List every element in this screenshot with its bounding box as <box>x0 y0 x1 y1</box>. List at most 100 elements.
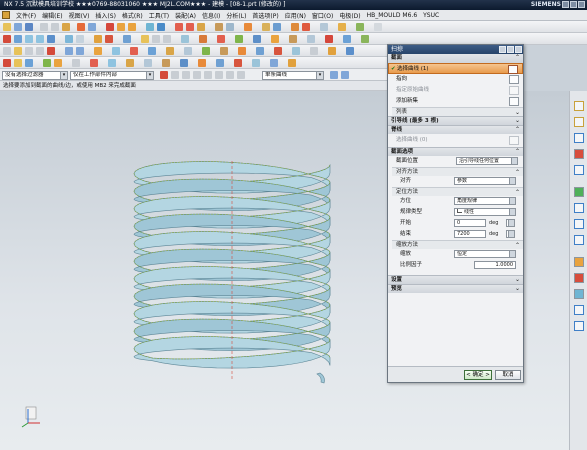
menu-info[interactable]: 信息(I) <box>199 11 223 20</box>
project-curve-icon[interactable] <box>217 35 225 43</box>
move-icon[interactable] <box>184 47 192 55</box>
undo-icon[interactable] <box>77 23 85 31</box>
intersection-point-icon[interactable] <box>204 71 212 79</box>
menu-preferences[interactable]: 首选项(P) <box>249 11 281 20</box>
revolve-icon[interactable] <box>128 23 136 31</box>
menu-file[interactable]: 文件(F) <box>13 11 39 20</box>
text-icon[interactable] <box>166 47 174 55</box>
history-icon[interactable] <box>346 47 354 55</box>
existing-point-icon[interactable] <box>237 71 245 79</box>
menu-format[interactable]: 格式(R) <box>119 11 146 20</box>
roles-icon[interactable] <box>574 273 584 283</box>
menu-ysuc[interactable]: YSUC <box>420 12 442 19</box>
manufacturing-wizards-icon[interactable] <box>574 257 584 267</box>
trim-curve-icon[interactable] <box>76 47 84 55</box>
standard-part-icon[interactable] <box>180 59 188 67</box>
palette-icon[interactable] <box>574 305 584 315</box>
hd3d-tools-icon[interactable] <box>574 165 584 175</box>
menu-assembly[interactable]: 装配(A) <box>172 11 199 20</box>
snap-point-icon[interactable] <box>160 71 168 79</box>
clone-icon[interactable] <box>270 59 278 67</box>
offset-icon[interactable] <box>302 23 310 31</box>
surface-icon[interactable] <box>291 23 299 31</box>
ejector-icon[interactable] <box>72 59 80 67</box>
line-icon[interactable] <box>152 35 160 43</box>
pattern-icon[interactable] <box>307 35 315 43</box>
through-curves-icon[interactable] <box>253 35 261 43</box>
color-icon[interactable] <box>343 35 351 43</box>
reuse-library-icon[interactable] <box>574 149 584 159</box>
follow-fillet-icon[interactable] <box>341 71 349 79</box>
end-unit-dropdown[interactable] <box>506 230 515 238</box>
assembly-navigator-icon[interactable] <box>574 101 584 111</box>
quadrant-icon[interactable] <box>226 71 234 79</box>
select-curve-row[interactable]: ✔ 选择曲线 (1) <box>388 63 523 74</box>
orientation-subsection[interactable]: 定位方法 ⌃ <box>392 187 523 196</box>
system-scenes-icon[interactable] <box>574 289 584 299</box>
cooling-icon[interactable] <box>108 59 116 67</box>
check-icon[interactable] <box>252 59 260 67</box>
expression-icon[interactable] <box>274 47 282 55</box>
menu-view[interactable]: 视图(V) <box>66 11 93 20</box>
copy-icon[interactable] <box>51 23 59 31</box>
drawing-icon[interactable] <box>234 59 242 67</box>
pan-icon[interactable] <box>36 35 44 43</box>
extract-icon[interactable] <box>148 47 156 55</box>
new-file-icon[interactable] <box>3 23 11 31</box>
web-browser-icon[interactable] <box>574 187 584 197</box>
section-header-options[interactable]: 截面选项 ⌃ <box>388 147 523 156</box>
shaded-icon[interactable] <box>65 35 73 43</box>
fit-view-icon[interactable] <box>14 35 22 43</box>
electrode-icon[interactable] <box>14 59 22 67</box>
endpoint-icon[interactable] <box>171 71 179 79</box>
delete-icon[interactable] <box>325 35 333 43</box>
history-palette-icon[interactable] <box>574 203 584 213</box>
iso-view-icon[interactable] <box>94 35 102 43</box>
start-unit-dropdown[interactable] <box>506 219 515 227</box>
workpiece-icon[interactable] <box>43 59 51 67</box>
rotate-icon[interactable] <box>47 35 55 43</box>
curve-select-icon[interactable] <box>508 65 518 74</box>
trim-body-icon[interactable] <box>262 23 270 31</box>
menu-window[interactable]: 窗口(O) <box>309 11 336 20</box>
close-button[interactable] <box>578 1 585 8</box>
alignment-dropdown[interactable]: 参数 <box>454 177 516 185</box>
scaling-dropdown[interactable]: 恒定 <box>454 250 516 258</box>
extrude-icon[interactable] <box>117 23 125 31</box>
intersection-curve-icon[interactable] <box>130 47 138 55</box>
extend-icon[interactable] <box>65 47 73 55</box>
edge-blend-icon[interactable] <box>215 23 223 31</box>
scope-dropdown[interactable]: 仅在工作部件内部 ▾ <box>70 71 154 80</box>
orientation-dropdown[interactable]: 角度规律 <box>454 197 516 205</box>
open-icon[interactable] <box>14 23 22 31</box>
parting-icon[interactable] <box>25 59 33 67</box>
front-view-icon[interactable] <box>105 35 113 43</box>
sketch-icon[interactable] <box>106 23 114 31</box>
menu-edit[interactable]: 编辑(E) <box>39 11 65 20</box>
type-filter-dropdown[interactable]: 没有选择过滤器 ▾ <box>2 71 68 80</box>
chamfer-icon[interactable] <box>226 23 234 31</box>
thicken-icon[interactable] <box>289 35 297 43</box>
fillet-icon[interactable] <box>47 47 55 55</box>
ok-button[interactable]: < 确定 > <box>464 370 492 380</box>
datum-plane-icon[interactable] <box>146 23 154 31</box>
arc-icon[interactable] <box>163 35 171 43</box>
section-header-preview[interactable]: 预览 ⌄ <box>388 284 523 293</box>
control-point-icon[interactable] <box>193 71 201 79</box>
subtract-icon[interactable] <box>186 23 194 31</box>
layout-icon[interactable] <box>54 59 62 67</box>
section-header-section[interactable]: 截面 ⌃ <box>388 54 523 63</box>
offset-curve-icon[interactable] <box>94 47 102 55</box>
setting-icon[interactable] <box>288 59 296 67</box>
menu-application[interactable]: 应用(N) <box>282 11 309 20</box>
intersect-icon[interactable] <box>197 23 205 31</box>
help-icon[interactable] <box>507 46 514 53</box>
snap-icon[interactable] <box>3 35 11 43</box>
reverse-direction-icon[interactable] <box>509 75 519 84</box>
app-icon[interactable] <box>2 11 10 19</box>
pocket-icon[interactable] <box>198 59 206 67</box>
bounded-plane-icon[interactable] <box>271 35 279 43</box>
helix-icon[interactable] <box>181 35 189 43</box>
section-header-spine[interactable]: 脊线 ⌃ <box>388 125 523 134</box>
group-icon[interactable] <box>238 47 246 55</box>
